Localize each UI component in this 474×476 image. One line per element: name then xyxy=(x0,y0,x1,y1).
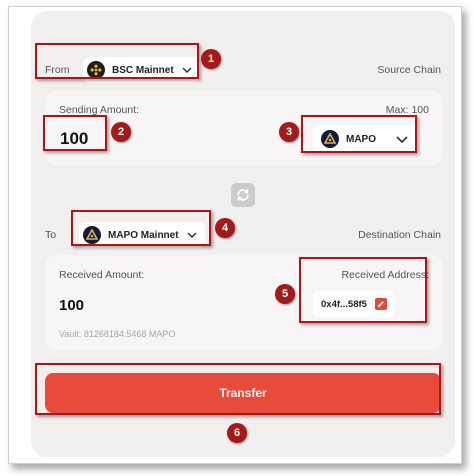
callout-badge-2: 2 xyxy=(111,122,131,142)
to-label: To xyxy=(45,229,57,241)
callout-box-received-address xyxy=(299,257,427,323)
vault-balance: Vault: 81268184.5468 MAPO xyxy=(59,329,176,339)
received-amount-value: 100 xyxy=(59,297,85,314)
destination-chain-caption: Destination Chain xyxy=(358,229,441,241)
swap-chains-button[interactable] xyxy=(231,183,255,207)
page-frame: From BSC Mainnet Source Chain Sending Am… xyxy=(8,6,462,464)
callout-badge-4: 4 xyxy=(215,218,235,238)
callout-box-destination-chain xyxy=(71,210,211,246)
callout-badge-6: 6 xyxy=(227,423,247,443)
callout-box-source-chain xyxy=(35,43,199,79)
callout-box-sending-amount xyxy=(43,115,107,151)
callout-box-transfer xyxy=(35,363,441,415)
callout-badge-1: 1 xyxy=(201,49,221,69)
received-amount-label: Received Amount: xyxy=(59,269,145,281)
swap-arrows-icon xyxy=(235,187,251,203)
source-chain-caption: Source Chain xyxy=(377,64,441,76)
callout-badge-5: 5 xyxy=(275,284,295,304)
callout-box-token xyxy=(301,115,417,153)
callout-badge-3: 3 xyxy=(279,122,299,142)
